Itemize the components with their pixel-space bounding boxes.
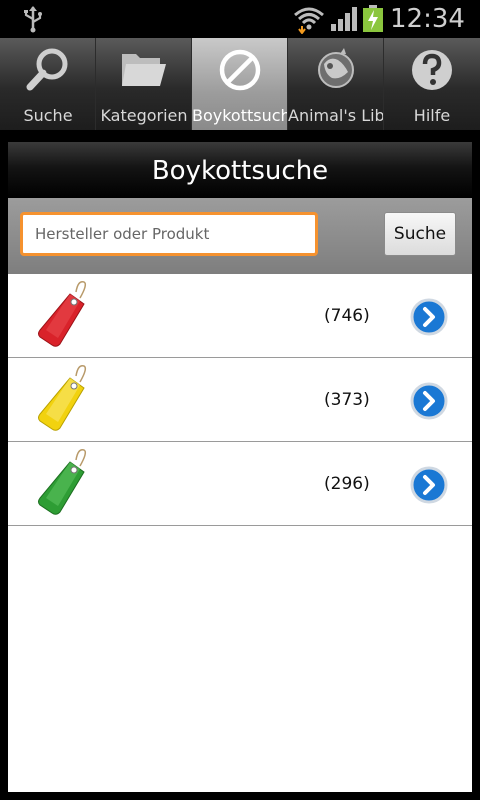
- item-count: (296): [324, 474, 370, 494]
- main-panel: Boykottsuche Suche (746): [8, 142, 472, 792]
- chevron-right-icon[interactable]: [410, 298, 448, 336]
- tab-kategorien[interactable]: Kategorien: [96, 38, 192, 130]
- list-item-red[interactable]: (746): [8, 274, 472, 358]
- magnifier-icon: [26, 48, 68, 91]
- battery-charging-icon: [363, 5, 383, 32]
- green-tag-icon: [38, 448, 87, 515]
- item-count: (746): [324, 306, 370, 326]
- list-item-green[interactable]: (296): [8, 442, 472, 526]
- red-tag-icon: [38, 280, 87, 347]
- wifi-icon: [294, 7, 324, 34]
- item-count: (373): [324, 390, 370, 410]
- yellow-tag-icon: [38, 364, 87, 431]
- tab-bar: Suche Kategorien Boykottsuche Animal's L…: [0, 38, 480, 130]
- tab-label: Suche: [23, 106, 73, 125]
- chevron-right-icon[interactable]: [410, 466, 448, 504]
- status-bar: 12:34: [0, 0, 480, 38]
- clock: 12:34: [390, 4, 465, 34]
- tab-label: Hilfe: [413, 106, 451, 125]
- page-header: Boykottsuche: [8, 142, 472, 198]
- tab-boykottsuche[interactable]: Boykottsuche: [192, 38, 288, 130]
- search-input[interactable]: [20, 212, 318, 256]
- globe-animals-icon: [318, 48, 354, 88]
- tab-label: Kategorien: [100, 106, 188, 125]
- folder-icon: [122, 54, 166, 86]
- help-icon: [412, 50, 452, 90]
- search-button[interactable]: Suche: [384, 212, 456, 256]
- tab-label: Animal's Liberation: [288, 106, 384, 125]
- tab-label: Boykottsuche: [192, 106, 287, 125]
- signal-icon: [331, 7, 357, 31]
- list-item-yellow[interactable]: (373): [8, 358, 472, 442]
- boycott-list: (746) (373) (296): [8, 274, 472, 526]
- tab-suche[interactable]: Suche: [0, 38, 96, 130]
- tab-hilfe[interactable]: Hilfe: [384, 38, 480, 130]
- page-title: Boykottsuche: [151, 156, 329, 186]
- prohibited-icon: [219, 49, 261, 91]
- usb-icon: [24, 6, 42, 33]
- search-bar: Suche: [8, 198, 472, 274]
- tab-animals-liberation[interactable]: Animal's Liberation: [288, 38, 384, 130]
- chevron-right-icon[interactable]: [410, 382, 448, 420]
